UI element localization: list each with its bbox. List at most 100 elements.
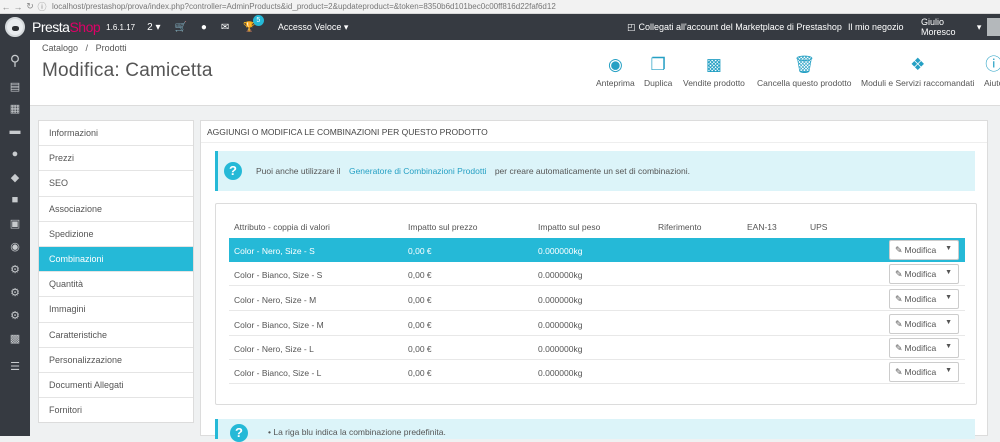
tab-seo[interactable]: SEO	[39, 171, 193, 197]
tab-prezzi[interactable]: Prezzi	[39, 146, 193, 172]
prestashop-logo[interactable]	[0, 14, 30, 40]
book-icon[interactable]: ▦	[0, 102, 30, 115]
edit-button[interactable]: ✎ Modifica ▼	[889, 289, 959, 309]
caret-down-icon[interactable]: ▼	[945, 367, 952, 374]
puzzle-icon: ❖	[910, 55, 926, 74]
table-row[interactable]: Color - Bianco, Size - S 0,00 € 0.000000…	[229, 262, 965, 286]
tag-icon[interactable]: ◆	[0, 171, 30, 184]
tab-caratteristiche[interactable]: Caratteristiche	[39, 323, 193, 348]
table-row[interactable]: Color - Nero, Size - M 0,00 € 0.000000kg…	[229, 287, 965, 311]
caret-down-icon[interactable]: ▼	[945, 294, 952, 301]
browser-url-bar: ← → ↻ ⓘ localhost/prestashop/prova/index…	[0, 0, 1000, 14]
row-price: 0,00 €	[408, 344, 432, 354]
trash-icon: 🗑	[793, 55, 816, 74]
row-attribute: Color - Nero, Size - S	[234, 246, 315, 256]
breadcrumb: Catalogo / Prodotti	[42, 43, 127, 53]
caret-down-icon[interactable]: ▼	[945, 319, 952, 326]
marketplace-icon: ◰	[627, 21, 636, 32]
breadcrumb-catalog[interactable]: Catalogo	[42, 43, 78, 53]
truck-icon[interactable]: ■	[0, 194, 30, 206]
tab-combinazioni[interactable]: Combinazioni	[39, 246, 193, 273]
caret-down-icon: ▾	[976, 21, 982, 32]
pencil-icon: ✎	[895, 268, 903, 279]
puzzle-icon[interactable]: ▣	[0, 217, 30, 230]
delete-product-button[interactable]: 🗑 Cancella questo prodotto	[757, 54, 852, 88]
dashboard-icon[interactable]: ▤	[0, 80, 30, 93]
row-attribute: Color - Bianco, Size - L	[234, 368, 322, 378]
row-attribute: Color - Bianco, Size - S	[234, 270, 323, 280]
caret-down-icon: ▾	[343, 21, 349, 32]
wrench-icon[interactable]: ⚙	[0, 263, 30, 276]
reload-icon[interactable]: ↻	[24, 1, 36, 12]
bar-chart-icon: ▩	[705, 55, 722, 74]
tab-documenti-allegati[interactable]: Documenti Allegati	[39, 373, 193, 399]
user-menu[interactable]: Giulio Moresco ▾	[921, 14, 1000, 40]
caret-down-icon[interactable]: ▼	[945, 269, 952, 276]
globe-icon[interactable]: ◉	[0, 240, 30, 253]
info-text: Puoi anche utilizzare il Generatore di C…	[256, 166, 690, 176]
col-reference: Riferimento	[658, 222, 702, 232]
duplicate-button[interactable]: ❐ Duplica	[644, 54, 672, 88]
card-icon[interactable]: ▬	[0, 125, 30, 137]
edit-button[interactable]: ✎ Modifica ▼	[889, 362, 959, 382]
col-ean13: EAN-13	[747, 222, 777, 232]
customers-icon[interactable]: ●	[0, 148, 30, 160]
tab-fornitori[interactable]: Fornitori	[39, 398, 193, 423]
edit-button[interactable]: ✎ Modifica ▼	[889, 264, 959, 284]
cogs-icon[interactable]: ⚙	[0, 286, 30, 299]
stats-icon[interactable]: ▩	[0, 332, 30, 345]
envelope-icon[interactable]: ✉	[221, 22, 229, 33]
edit-button[interactable]: ✎ Modifica ▼	[889, 240, 959, 260]
edit-label: Modifica	[904, 294, 937, 304]
col-price-impact: Impatto sul prezzo	[408, 222, 478, 232]
browser-url[interactable]: localhost/prestashop/prova/index.php?con…	[52, 2, 556, 11]
caret-down-icon[interactable]: ▼	[945, 245, 952, 252]
info-suffix: per creare automaticamente un set di com…	[494, 166, 690, 176]
marketplace-link[interactable]: ◰ Collegati all'account del Marketplace d…	[627, 14, 842, 40]
help-button[interactable]: ⓘ Aiuto	[984, 54, 1000, 88]
preview-button[interactable]: ◉ Anteprima	[596, 54, 635, 88]
info-icon: ⓘ	[37, 2, 47, 12]
orders-dropdown[interactable]: 2 ▾	[147, 22, 160, 33]
settings-icon[interactable]: ⚙	[0, 309, 30, 322]
breadcrumb-products[interactable]: Prodotti	[96, 43, 127, 53]
row-price: 0,00 €	[408, 295, 432, 305]
back-arrow-icon[interactable]: ←	[0, 2, 12, 12]
caret-down-icon: ▾	[155, 21, 161, 33]
my-shop-link[interactable]: Il mio negozio	[848, 14, 904, 40]
forward-arrow-icon[interactable]: →	[12, 2, 24, 12]
caret-down-icon[interactable]: ▼	[945, 343, 952, 350]
edit-button[interactable]: ✎ Modifica ▼	[889, 338, 959, 358]
combination-generator-link[interactable]: Generatore di Combinazioni Prodotti	[349, 166, 487, 176]
info-prefix: Puoi anche utilizzare il	[256, 166, 341, 176]
my-shop-label: Il mio negozio	[848, 22, 904, 32]
eye-icon: ◉	[607, 55, 623, 74]
recommended-modules-button[interactable]: ❖ Moduli e Servizi raccomandati	[861, 54, 974, 88]
user-icon[interactable]: ●	[201, 22, 207, 33]
tab-spedizione[interactable]: Spedizione	[39, 222, 193, 247]
search-icon[interactable]: ⚲	[0, 52, 30, 69]
tab-immagini[interactable]: Immagini	[39, 297, 193, 323]
product-sales-button[interactable]: ▩ Vendite prodotto	[683, 54, 745, 88]
table-row[interactable]: Color - Nero, Size - S 0,00 € 0.000000kg…	[229, 238, 965, 262]
edit-button[interactable]: ✎ Modifica ▼	[889, 314, 959, 334]
brand-prefix: Presta	[32, 19, 70, 35]
table-row[interactable]: Color - Bianco, Size - M 0,00 € 0.000000…	[229, 312, 965, 336]
col-upc: UPS	[810, 222, 828, 232]
tab-informazioni[interactable]: Informazioni	[39, 121, 193, 147]
logo-mascot-icon	[5, 17, 25, 37]
default-combination-alert: ? • La riga blu indica la combinazione p…	[215, 419, 975, 442]
trophy-icon[interactable]: 🏆 5	[243, 14, 264, 33]
tab-quantita[interactable]: Quantità	[39, 272, 193, 298]
pencil-icon: ✎	[895, 293, 903, 304]
table-row[interactable]: Color - Nero, Size - L 0,00 € 0.000000kg…	[229, 336, 965, 360]
combinations-panel: Aggiungi o modifica le combinazioni per …	[200, 120, 988, 442]
cart-icon[interactable]: 🛒	[174, 22, 186, 33]
tab-associazione[interactable]: Associazione	[39, 197, 193, 222]
menu-icon[interactable]: ☰	[0, 360, 30, 373]
quick-access-menu[interactable]: Accesso Veloce ▾	[278, 22, 349, 33]
quick-access-label: Accesso Veloce	[277, 21, 342, 32]
tab-personalizzazione[interactable]: Personalizzazione	[39, 348, 193, 373]
copy-icon: ❐	[650, 55, 666, 74]
table-row[interactable]: Color - Bianco, Size - L 0,00 € 0.000000…	[229, 360, 965, 384]
